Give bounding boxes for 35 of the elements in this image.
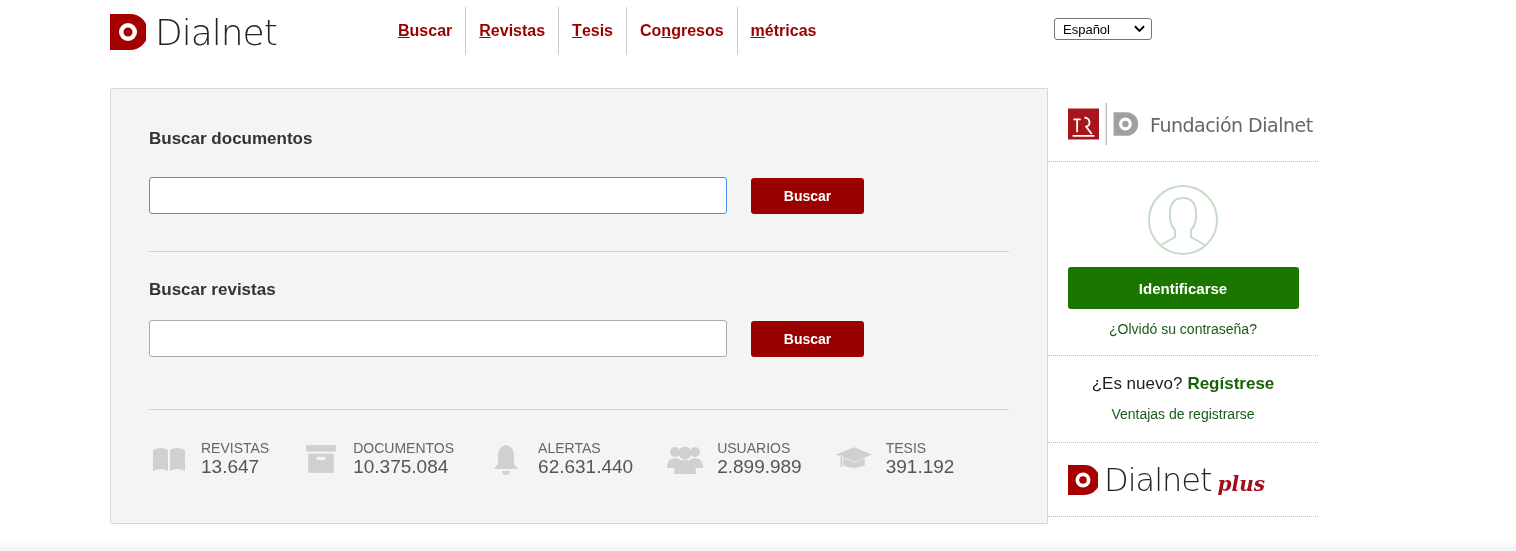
- search-field[interactable]: [149, 177, 727, 214]
- stat-label: REVISTAS: [201, 440, 270, 456]
- register-link[interactable]: Regístrese: [1187, 374, 1275, 394]
- stat-label: USUARIOS: [717, 440, 792, 456]
- forgot-password-link[interactable]: ¿Olvidó su contraseña?: [1109, 321, 1257, 337]
- stat-value: 2.899.989: [717, 456, 802, 478]
- nav-link[interactable]: Buscar: [385, 7, 466, 55]
- nav-link[interactable]: Congresos: [626, 7, 737, 55]
- user-avatar-icon: [1147, 184, 1219, 256]
- stat-value: 13.647: [201, 456, 261, 478]
- login-button[interactable]: Identificarse: [1067, 267, 1299, 309]
- dialnet-logo-icon: [110, 14, 146, 50]
- nav-link[interactable]: métricas: [736, 7, 830, 55]
- section-title: Buscar documentos: [149, 129, 314, 149]
- site-logo-text[interactable]: Dialnet: [155, 11, 277, 53]
- dialnet-logo-icon: [1068, 464, 1098, 495]
- nav-link[interactable]: Tesis: [558, 7, 626, 55]
- stat-label: ALERTAS: [538, 440, 602, 456]
- stat-label: TESIS: [885, 440, 928, 456]
- search-button[interactable]: Buscar: [751, 320, 864, 357]
- search-button[interactable]: Buscar: [751, 177, 864, 214]
- language-select[interactable]: Español: [1054, 18, 1152, 40]
- stat-value: 391.192: [885, 456, 955, 478]
- search-field[interactable]: [149, 320, 727, 357]
- new-user-prompt: ¿Es nuevo?: [1091, 374, 1183, 394]
- stat-value: 10.375.084: [353, 456, 450, 478]
- benefits-link[interactable]: Ventajas de registrarse: [1111, 406, 1255, 422]
- nav-link[interactable]: Revistas: [465, 7, 559, 55]
- foundation-logo-text[interactable]: Fundación Dialnet: [1150, 113, 1313, 136]
- chevron-down-icon: [1134, 25, 1145, 33]
- stat-label: DOCUMENTOS: [353, 440, 455, 456]
- dialnet-plus-logo-text[interactable]: Dialnet: [1104, 460, 1212, 499]
- section-title: Buscar revistas: [149, 280, 277, 300]
- plus-logo-suffix: plus: [1217, 471, 1265, 496]
- stat-value: 62.631.440: [538, 456, 634, 478]
